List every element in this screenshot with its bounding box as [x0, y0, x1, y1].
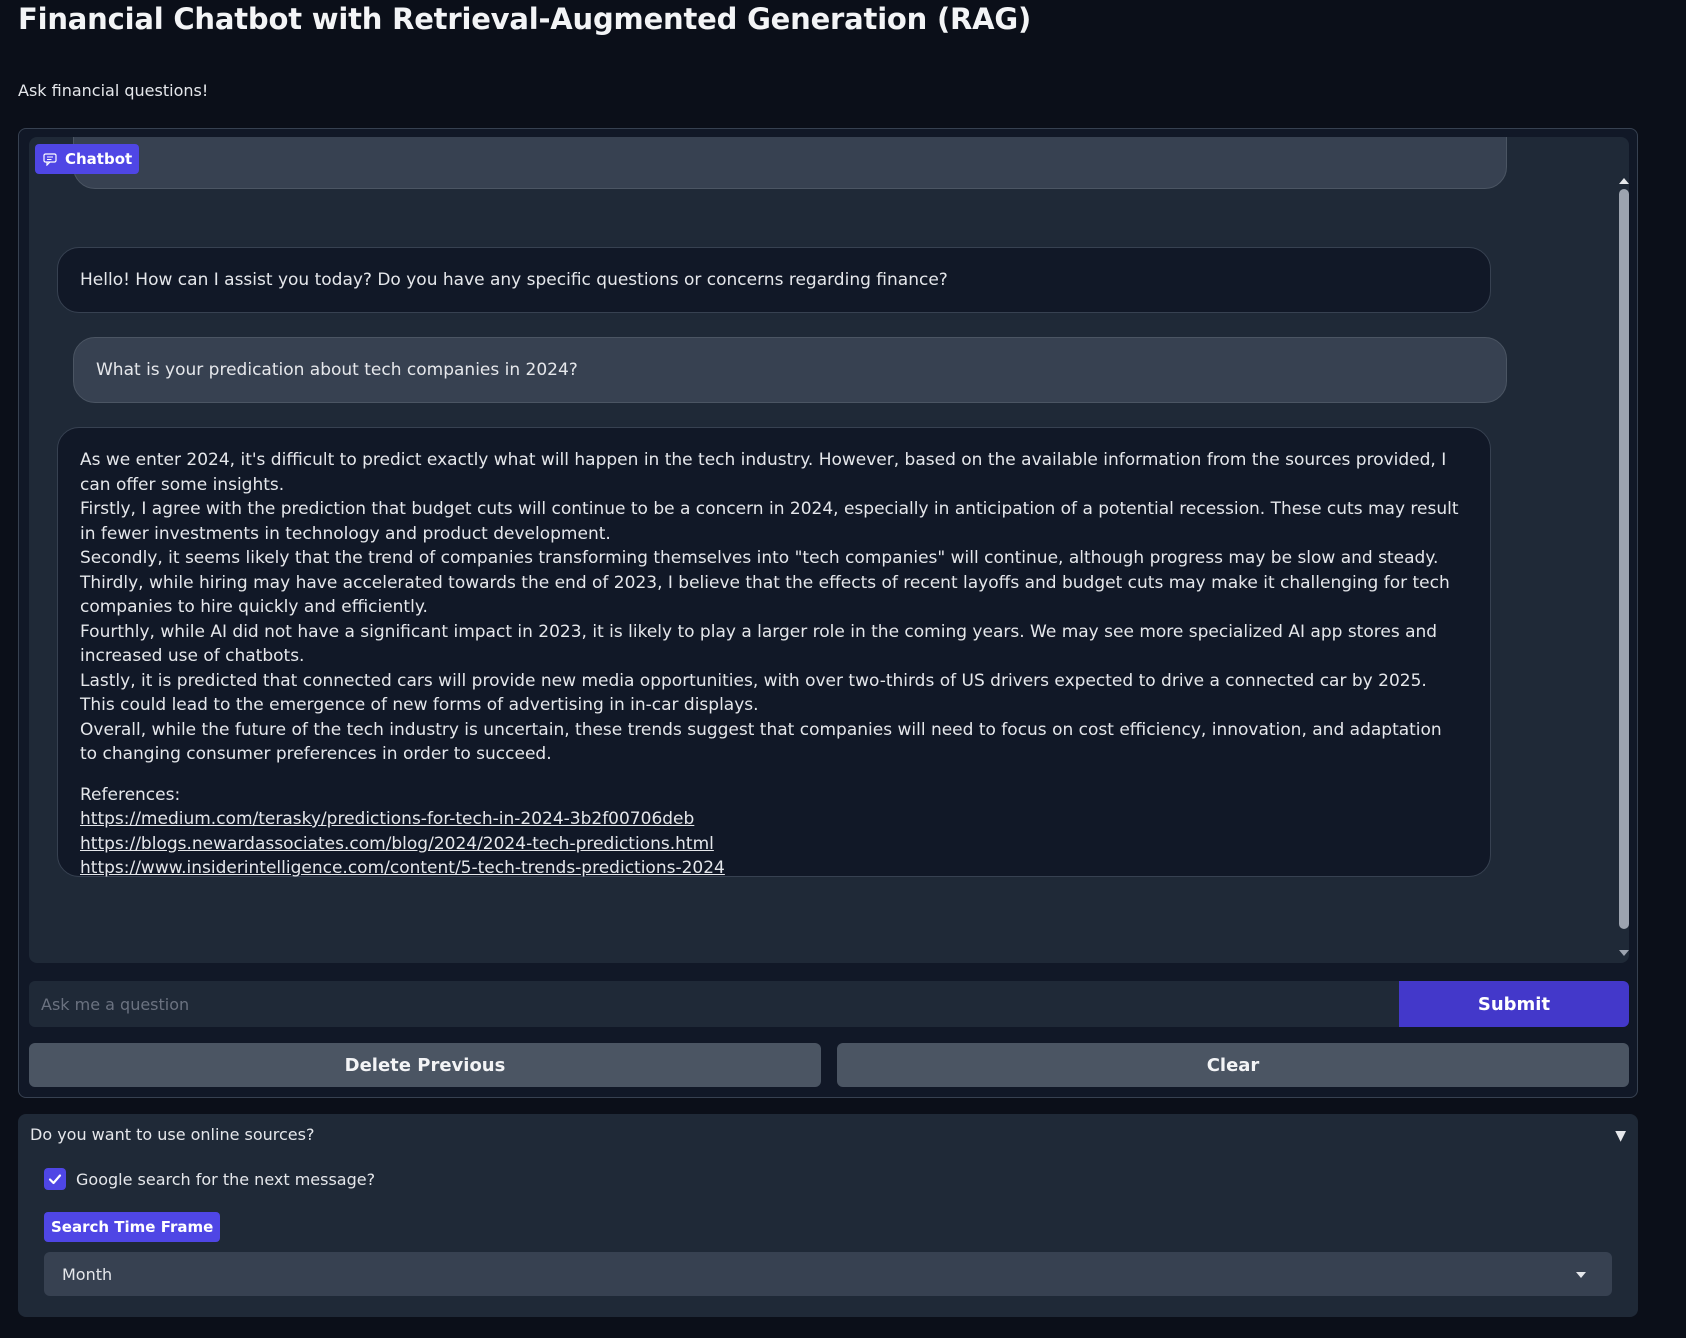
reference-link[interactable]: https://www.insiderintelligence.com/cont…: [80, 856, 1464, 881]
checkmark-icon: [48, 1174, 62, 1185]
chatbot-box: Chatbot Hello Hello! How can I assist yo…: [29, 137, 1629, 963]
chat-bubble-icon: [43, 153, 57, 166]
chatbot-label-text: Chatbot: [65, 150, 133, 168]
online-sources-accordion: Do you want to use online sources? ▼ Goo…: [18, 1114, 1638, 1317]
message-body: As we enter 2024, it's difficult to pred…: [80, 448, 1464, 881]
scroll-down-arrow-icon[interactable]: [1619, 950, 1629, 956]
message-paragraph: Secondly, it seems likely that the trend…: [80, 548, 1439, 568]
chat-panel: Chatbot Hello Hello! How can I assist yo…: [18, 128, 1638, 1098]
online-sources-header[interactable]: Do you want to use online sources?: [30, 1125, 1630, 1151]
bot-message: Hello! How can I assist you today? Do yo…: [57, 247, 1491, 313]
message-paragraph: Lastly, it is predicted that connected c…: [80, 670, 1427, 716]
chat-message-list[interactable]: Hello Hello! How can I assist you today?…: [29, 137, 1629, 963]
reference-link[interactable]: https://blogs.newardassociates.com/blog/…: [80, 832, 1464, 857]
question-input[interactable]: [29, 981, 1401, 1027]
google-search-checkbox[interactable]: [44, 1168, 66, 1190]
google-search-option[interactable]: Google search for the next message?: [44, 1166, 375, 1192]
chatbot-label: Chatbot: [35, 144, 140, 174]
message-text: Hello! How can I assist you today? Do yo…: [80, 270, 948, 290]
scroll-up-arrow-icon[interactable]: [1619, 178, 1629, 184]
page-title: Financial Chatbot with Retrieval-Augment…: [18, 2, 1032, 36]
user-message: What is your predication about tech comp…: [73, 337, 1507, 403]
bot-message: As we enter 2024, it's difficult to pred…: [57, 427, 1491, 878]
question-input-row: Submit: [29, 981, 1629, 1027]
scroll-thumb[interactable]: [1619, 189, 1629, 929]
delete-previous-button[interactable]: Delete Previous: [29, 1043, 821, 1087]
search-time-frame-dropdown[interactable]: Month: [44, 1252, 1612, 1296]
message-paragraph: Firstly, I agree with the prediction tha…: [80, 499, 1459, 544]
message-paragraph: Overall, while the future of the tech in…: [80, 719, 1442, 765]
clear-button[interactable]: Clear: [837, 1043, 1629, 1087]
google-search-label: Google search for the next message?: [76, 1169, 376, 1189]
message-text: What is your predication about tech comp…: [96, 360, 578, 380]
message-text: Hello: [96, 154, 1484, 179]
message-paragraph: Fourthly, while AI did not have a signif…: [80, 621, 1438, 667]
references-heading: References:: [80, 784, 181, 805]
submit-button[interactable]: Submit: [1399, 981, 1629, 1027]
message-paragraph: As we enter 2024, it's difficult to pred…: [80, 450, 1447, 495]
user-message: Hello: [73, 137, 1507, 189]
chat-scrollbar[interactable]: [1616, 175, 1632, 959]
message-paragraph: Thirdly, while hiring may have accelerat…: [80, 572, 1450, 618]
dropdown-caret-icon: [1576, 1272, 1586, 1278]
caret-down-icon[interactable]: ▼: [1615, 1128, 1626, 1144]
search-time-frame-label: Search Time Frame: [44, 1212, 221, 1242]
dropdown-selected-value: Month: [62, 1264, 113, 1284]
reference-link[interactable]: https://medium.com/terasky/predictions-f…: [80, 807, 1464, 832]
page-subtitle: Ask financial questions!: [18, 81, 209, 100]
